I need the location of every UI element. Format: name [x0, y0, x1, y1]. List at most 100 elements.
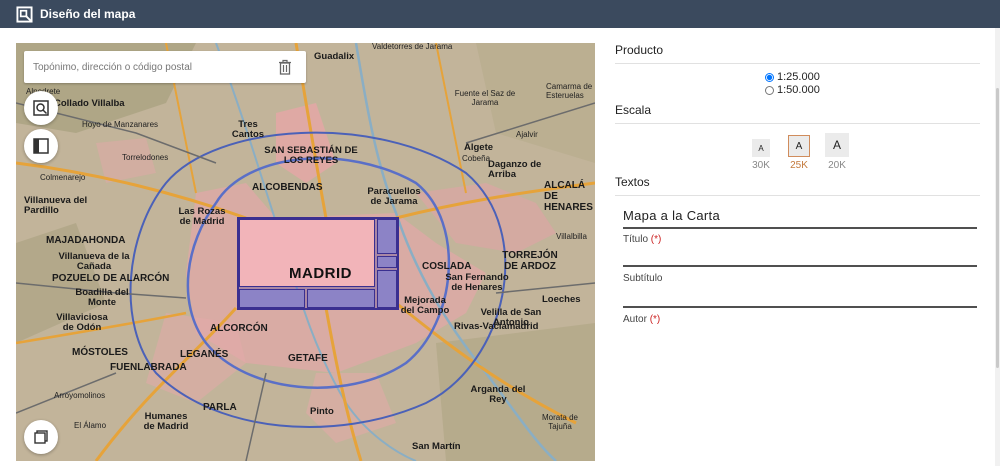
- map-label: Torrelodones: [122, 153, 169, 162]
- subtitulo-label: Subtítulo: [623, 273, 663, 284]
- selection-tile: [377, 219, 397, 254]
- layers-button[interactable]: [24, 420, 58, 454]
- map-viewer[interactable]: Alpedrete Collado Villalba Hoyo de Manza…: [16, 43, 595, 461]
- selection-tile: [307, 289, 375, 308]
- escala-caption: 30K: [752, 160, 770, 171]
- escala-letter: A: [788, 135, 810, 157]
- map-label: ALCALÁ DE HENARES: [544, 180, 593, 213]
- map-label: GETAFE: [288, 353, 328, 364]
- selection-city-label: MADRID: [289, 265, 352, 282]
- map-label: Morata de Tajuña: [541, 413, 579, 431]
- map-design-icon: [16, 5, 33, 23]
- map-label: MAJADAHONDA: [46, 235, 126, 246]
- producto-option-50000[interactable]: 1:50.000: [765, 84, 980, 97]
- map-label: MÓSTOLES: [72, 347, 128, 358]
- map-label: POZUELO DE ALARCÓN: [52, 273, 170, 284]
- producto-heading: Producto: [615, 43, 980, 64]
- scrollbar-thumb[interactable]: [996, 88, 999, 368]
- map-label: Daganzo de Arriba: [488, 159, 542, 181]
- map-label: PARLA: [203, 402, 237, 413]
- field-underline: [623, 265, 977, 267]
- map-label: Mejorada del Campo: [400, 295, 450, 317]
- map-label: Algete: [464, 142, 494, 153]
- autor-label-text: Autor: [623, 314, 647, 325]
- map-label: Boadilla del Monte: [75, 287, 129, 309]
- map-label: Villalbilla: [556, 232, 587, 241]
- escala-20k[interactable]: A 20K: [824, 133, 850, 171]
- escala-options: A 30K A 25K A 20K: [748, 133, 980, 171]
- map-label: Villanueva de la Cañada: [58, 251, 130, 273]
- escala-letter: A: [825, 133, 849, 157]
- escala-letter: A: [752, 139, 770, 157]
- toggle-panel-button[interactable]: [24, 129, 58, 163]
- map-label: Loeches: [542, 294, 581, 305]
- sidebar-toggle-icon: [33, 138, 49, 154]
- map-label: Villaviciosa de Odón: [56, 312, 108, 334]
- search-bar: [24, 51, 306, 83]
- escala-caption: 25K: [790, 160, 808, 171]
- map-label: FUENLABRADA: [110, 362, 187, 373]
- main-text-value: Mapa a la Carta: [623, 208, 720, 223]
- map-label: COSLADA: [422, 261, 472, 272]
- producto-options: 1:25.000 1:50.000: [765, 71, 980, 97]
- radio-50000[interactable]: [765, 86, 774, 95]
- map-label: Arganda del Rey: [470, 384, 526, 406]
- page-scrollbar[interactable]: [995, 28, 1000, 466]
- titulo-field[interactable]: Título (*): [623, 234, 977, 267]
- selection-tile: [377, 270, 397, 308]
- map-label: Paracuellos de Jarama: [367, 186, 421, 208]
- search-input[interactable]: [33, 61, 269, 73]
- app-header: Diseño del mapa: [0, 0, 1000, 28]
- map-label: Valdetorres de Jarama: [372, 43, 453, 51]
- selection-tile: [239, 289, 305, 308]
- producto-option-25000[interactable]: 1:25.000: [765, 71, 980, 84]
- titulo-input[interactable]: [623, 245, 977, 265]
- subtitulo-field[interactable]: Subtítulo: [623, 273, 977, 308]
- map-label: Humanes de Madrid: [143, 411, 189, 433]
- map-selection-frame[interactable]: MADRID: [237, 217, 399, 310]
- map-label: Tres Cantos: [231, 119, 265, 141]
- selection-tile: [377, 256, 397, 268]
- map-label: Arroyomolinos: [54, 391, 106, 400]
- map-label: Cobeña: [462, 154, 491, 163]
- escala-25k[interactable]: A 25K: [786, 135, 812, 171]
- escala-heading: Escala: [615, 103, 980, 124]
- escala-caption: 20K: [828, 160, 846, 171]
- map-label: Hoyo de Manzanares: [82, 120, 159, 129]
- map-label: ALCOBENDAS: [252, 182, 323, 193]
- map-label: Villanueva del Pardillo: [24, 195, 88, 217]
- map-label: Guadalix: [314, 51, 355, 62]
- producto-option-label: 1:50.000: [777, 84, 820, 96]
- map-label: Colmenarejo: [40, 173, 86, 182]
- zoom-area-button[interactable]: [24, 91, 58, 125]
- zoom-area-icon: [33, 100, 49, 116]
- field-underline: [623, 306, 977, 308]
- trash-icon[interactable]: [278, 59, 292, 75]
- escala-30k[interactable]: A 30K: [748, 139, 774, 171]
- layers-icon: [34, 430, 48, 444]
- map-label: ALCORCÓN: [210, 323, 268, 334]
- map-label: LEGANÉS: [180, 349, 229, 360]
- map-label: Pinto: [310, 406, 334, 417]
- main-text-field[interactable]: Mapa a la Carta: [623, 208, 977, 229]
- field-underline: [623, 227, 977, 229]
- map-label: Collado Villalba: [54, 98, 125, 109]
- map-label: Rivas-Vaciamadrid: [454, 321, 539, 332]
- required-mark: (*): [650, 234, 662, 245]
- radio-25000[interactable]: [765, 73, 774, 82]
- titulo-label-text: Título: [623, 234, 649, 245]
- map-label: Camarma de Esteruelas: [546, 82, 593, 100]
- map-label: San Martín: [412, 441, 461, 452]
- page-title: Diseño del mapa: [40, 7, 136, 21]
- map-label: Ajalvir: [516, 130, 538, 139]
- map-label: Las Rozas de Madrid: [178, 206, 226, 228]
- map-label: El Álamo: [74, 421, 107, 430]
- textos-heading: Textos: [615, 175, 980, 196]
- design-panel: Producto 1:25.000 1:50.000 Escala A 30K …: [615, 43, 980, 345]
- map-label: TORREJÓN DE ARDOZ: [502, 250, 558, 272]
- autor-input[interactable]: [623, 325, 977, 345]
- subtitulo-input[interactable]: [623, 284, 977, 306]
- required-mark: (*): [649, 314, 661, 325]
- map-label: San Fernando de Henares: [445, 272, 509, 294]
- autor-field[interactable]: Autor (*): [623, 314, 977, 345]
